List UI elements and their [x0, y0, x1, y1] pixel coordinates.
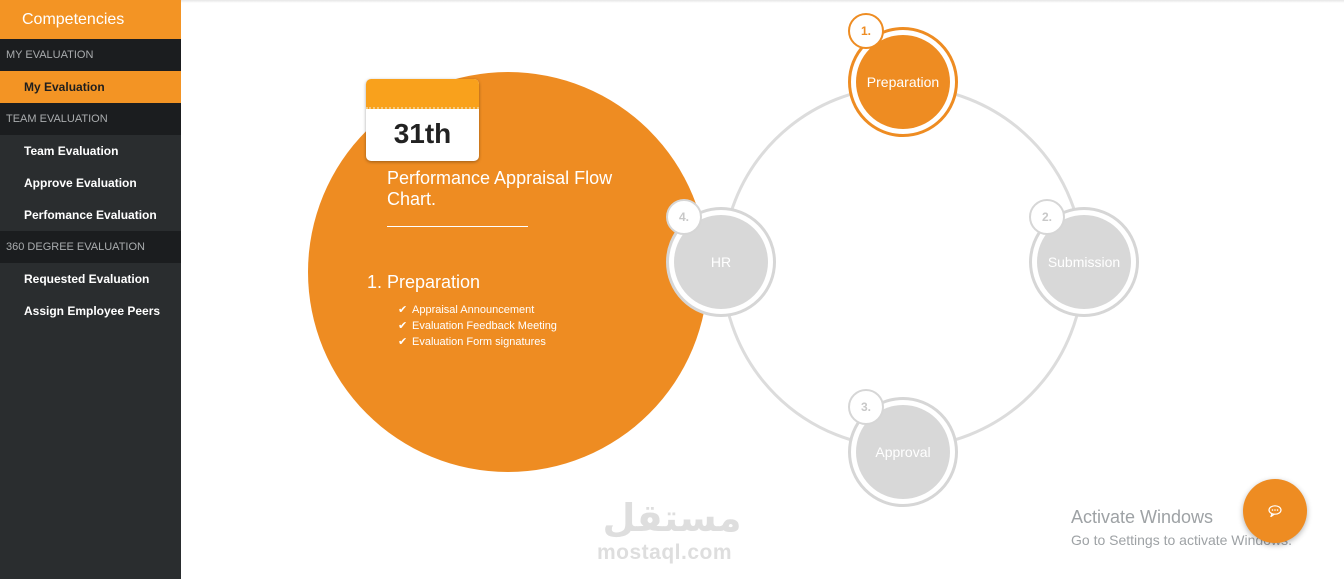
step-label: Preparation [856, 35, 950, 129]
active-step-points: ✔ Appraisal Announcement ✔ Evaluation Feed… [398, 302, 557, 350]
chat-bubble-icon [1268, 505, 1282, 517]
step-number-badge: 4. [666, 199, 702, 235]
sidebar-item-assign-employee-peers[interactable]: Assign Employee Peers [0, 295, 181, 327]
activate-windows-title: Activate Windows [1071, 507, 1214, 527]
mostaql-watermark-logo: مستقل [603, 496, 742, 539]
step-number-badge: 3. [848, 389, 884, 425]
step-number-badge: 1. [848, 13, 884, 49]
section-label-my-evaluation: MY EVALUATION [0, 39, 181, 71]
sidebar-title[interactable]: Competencies [0, 0, 181, 39]
title-divider [387, 226, 528, 227]
section-label-team-evaluation: TEAM EVALUATION [0, 103, 181, 135]
calendar-header [366, 79, 479, 109]
sidebar-item-my-evaluation[interactable]: My Evaluation [0, 71, 181, 103]
sidebar-item-performance-evaluation[interactable]: Perfomance Evaluation [0, 199, 181, 231]
sidebar: Competencies MY EVALUATION My Evaluation… [0, 0, 181, 579]
flow-chart-title: Performance Appraisal Flow Chart. [387, 168, 613, 209]
top-divider [181, 0, 1344, 3]
watermark-arabic: مستقل [603, 496, 742, 539]
chat-button[interactable] [1243, 479, 1307, 543]
step-point-label: Evaluation Form signatures [412, 336, 546, 348]
step-number-badge: 2. [1029, 199, 1065, 235]
sidebar-item-team-evaluation[interactable]: Team Evaluation [0, 135, 181, 167]
calendar-badge: 31th [366, 79, 479, 161]
checkmark-icon: ✔ [398, 304, 408, 316]
sidebar-item-approve-evaluation[interactable]: Approve Evaluation [0, 167, 181, 199]
step-point-label: Appraisal Announcement [412, 304, 535, 316]
calendar-day: 31th [393, 118, 452, 149]
app-root: Competencies MY EVALUATION My Evaluation… [0, 0, 1344, 579]
list-item: ✔ Evaluation Form signatures [398, 334, 557, 350]
active-step-heading: 1. Preparation [367, 272, 481, 292]
sidebar-item-requested-evaluation[interactable]: Requested Evaluation [0, 263, 181, 295]
checkmark-icon: ✔ [398, 320, 408, 332]
list-item: ✔ Evaluation Feedback Meeting [398, 318, 557, 334]
checkmark-icon: ✔ [398, 336, 408, 348]
watermark-text: mostaql.com [597, 541, 733, 564]
list-item: ✔ Appraisal Announcement [398, 302, 557, 318]
step-point-label: Evaluation Feedback Meeting [412, 320, 557, 332]
section-label-360-evaluation: 360 DEGREE EVALUATION [0, 231, 181, 263]
